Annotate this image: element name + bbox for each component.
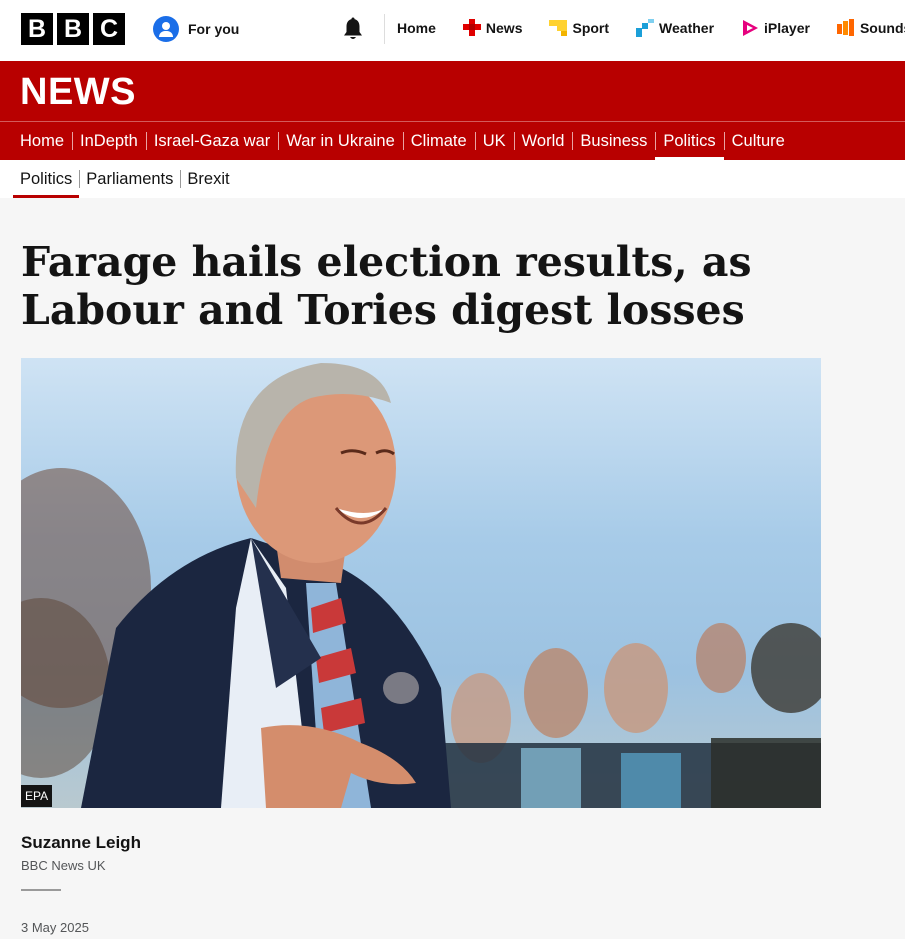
top-nav-label: Weather	[659, 20, 715, 36]
nav-item-home[interactable]: Home	[12, 122, 72, 160]
bbc-logo-letter: B	[57, 13, 89, 45]
nav-item-climate[interactable]: Climate	[402, 122, 475, 160]
top-nav-label: Sounds	[859, 20, 905, 36]
nav-item-uk[interactable]: UK	[474, 122, 514, 160]
divider	[384, 14, 385, 44]
for-you-button[interactable]: For you	[153, 16, 239, 42]
news-title[interactable]: NEWS	[20, 71, 136, 114]
nav-item-indepth[interactable]: InDepth	[72, 122, 146, 160]
nav-item-politics[interactable]: Politics	[655, 122, 724, 160]
top-nav-home[interactable]: Home	[397, 20, 436, 36]
top-nav-weather[interactable]: Weather	[636, 19, 714, 37]
news-icon	[462, 19, 481, 36]
for-you-label: For you	[188, 21, 240, 37]
nav-item-war-in-ukraine[interactable]: War in Ukraine	[278, 122, 403, 160]
top-nav-sounds[interactable]: Sounds	[836, 19, 905, 37]
subnav-item-politics[interactable]: Politics	[13, 160, 80, 198]
top-nav-label: Home	[397, 20, 436, 36]
sounds-icon	[836, 19, 854, 36]
article-headline: Farage hails election results, as Labour…	[21, 238, 752, 334]
author-source: BBC News UK	[21, 858, 106, 873]
publish-date: 3 May 2025	[21, 920, 89, 935]
image-credit: EPA	[21, 785, 53, 807]
sport-icon	[549, 20, 568, 36]
top-nav-iplayer[interactable]: iPlayer	[741, 19, 810, 37]
iplayer-icon	[743, 20, 759, 36]
top-nav-label: Sport	[572, 20, 610, 36]
subnav-item-parliaments[interactable]: Parliaments	[79, 160, 180, 198]
notification-bell-icon[interactable]	[342, 17, 364, 41]
top-nav-news[interactable]: News	[462, 19, 523, 37]
top-nav-sport[interactable]: Sport	[549, 19, 609, 37]
hero-image	[21, 358, 821, 808]
subnav-item-brexit[interactable]: Brexit	[180, 160, 236, 198]
top-nav-label: iPlayer	[764, 20, 810, 36]
divider	[21, 889, 61, 891]
user-icon	[153, 16, 179, 42]
news-banner: NEWS	[0, 61, 905, 121]
top-nav: Home News Sport Weather iPlayer Sound	[397, 19, 905, 37]
secondary-nav: Politics Parliaments Brexit	[0, 160, 905, 198]
author-name: Suzanne Leigh	[21, 833, 141, 852]
bbc-logo[interactable]: B B C	[21, 13, 125, 45]
bbc-logo-letter: B	[21, 13, 53, 45]
nav-item-business[interactable]: Business	[572, 122, 655, 160]
nav-item-world[interactable]: World	[513, 122, 573, 160]
nav-item-culture[interactable]: Culture	[723, 122, 793, 160]
top-nav-label: News	[485, 20, 523, 36]
weather-icon	[636, 19, 655, 37]
top-bar: B B C For you Home News Sport Weather iP…	[0, 0, 905, 61]
primary-nav: Home InDepth Israel-Gaza war War in Ukra…	[0, 122, 905, 160]
bbc-logo-letter: C	[93, 13, 125, 45]
nav-item-israel-gaza-war[interactable]: Israel-Gaza war	[145, 122, 278, 160]
